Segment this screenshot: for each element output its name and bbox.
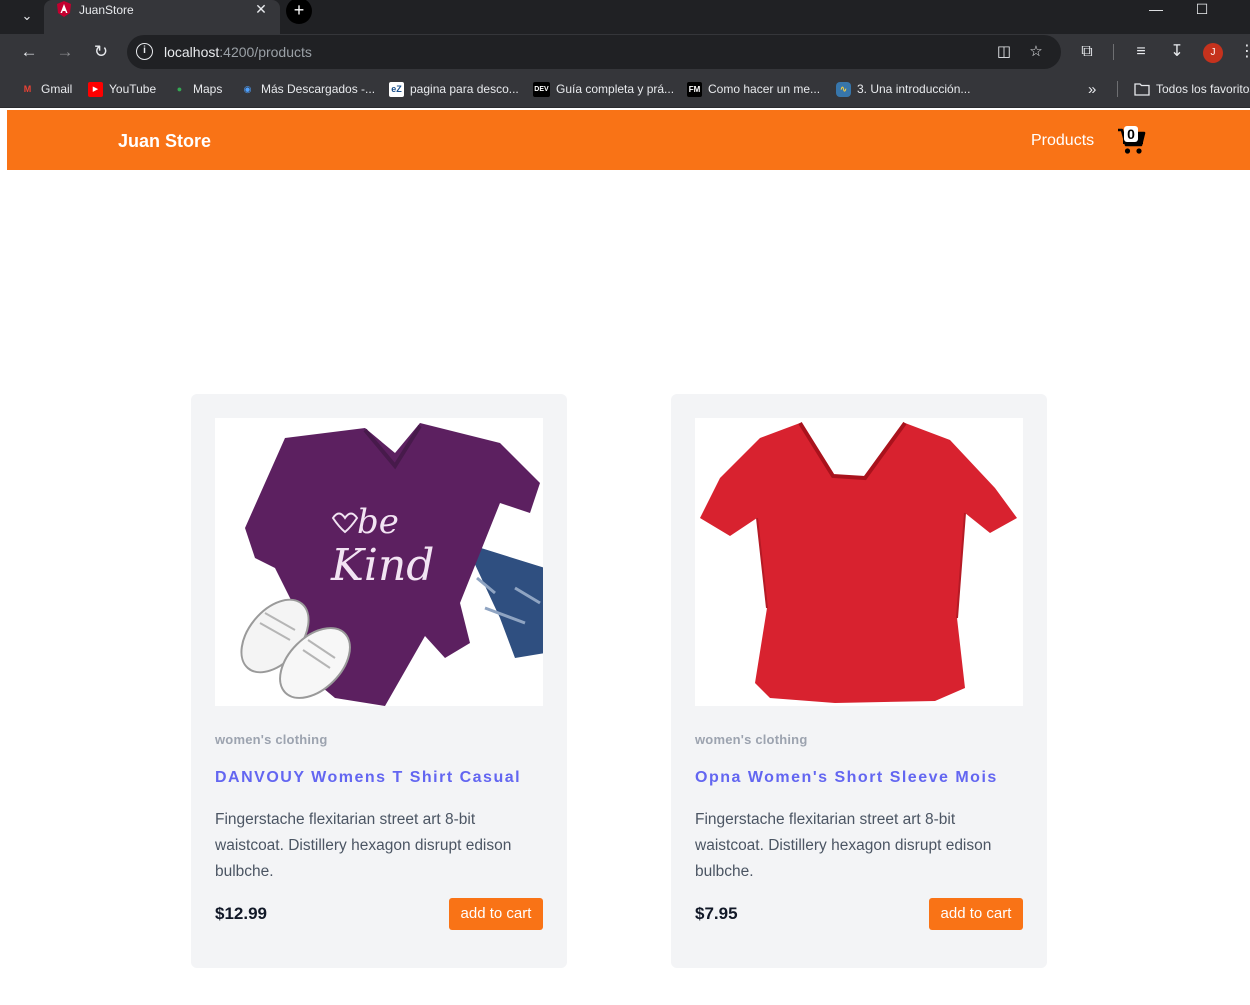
bookmark-label: 3. Una introducción... bbox=[857, 82, 971, 96]
purple-tshirt-image: be Kind bbox=[240, 423, 543, 706]
bookmark-label: Gmail bbox=[41, 82, 73, 96]
youtube-icon: ▶ bbox=[88, 81, 103, 97]
cart-button[interactable]: 0 bbox=[1117, 126, 1147, 156]
product-image[interactable]: be Kind bbox=[215, 418, 543, 706]
product-category: women's clothing bbox=[695, 732, 808, 747]
add-to-cart-button[interactable]: add to cart bbox=[449, 898, 543, 930]
profile-avatar[interactable]: J bbox=[1203, 43, 1223, 63]
browser-tab[interactable]: JuanStore ✕ bbox=[44, 0, 280, 34]
bookmark-label: Maps bbox=[193, 82, 223, 96]
product-category: women's clothing bbox=[215, 732, 328, 747]
url-path: :4200/products bbox=[219, 44, 312, 60]
bookmark-como-hacer[interactable]: FM Como hacer un me... bbox=[687, 81, 820, 97]
product-card: be Kind women's clothing DANVOUY Womens … bbox=[191, 394, 567, 968]
all-bookmarks-label: Todos los favoritos bbox=[1156, 82, 1250, 96]
new-tab-button[interactable]: + bbox=[286, 0, 312, 24]
address-bar[interactable]: i localhost:4200/products ◫ ☆ bbox=[127, 35, 1061, 69]
nav-products-link[interactable]: Products bbox=[1031, 131, 1094, 151]
all-bookmarks[interactable]: Todos los favoritos bbox=[1134, 81, 1250, 97]
cart-count-badge: 0 bbox=[1124, 126, 1138, 142]
tab-close-icon[interactable]: ✕ bbox=[252, 0, 270, 18]
site-info-icon[interactable]: i bbox=[136, 43, 153, 60]
product-description: Fingerstache flexitarian street art 8-bi… bbox=[695, 811, 992, 880]
bookmark-introduccion[interactable]: ∿ 3. Una introducción... bbox=[836, 81, 970, 97]
red-tshirt-image bbox=[700, 421, 1017, 703]
tab-title: JuanStore bbox=[79, 3, 134, 17]
maximize-button[interactable]: ☐ bbox=[1179, 0, 1225, 20]
bookmark-label: Como hacer un me... bbox=[708, 82, 821, 96]
bookmark-gmail[interactable]: M Gmail bbox=[20, 81, 73, 97]
bookmark-label: pagina para desco... bbox=[410, 82, 519, 96]
angular-icon bbox=[57, 1, 71, 17]
product-card: women's clothing Opna Women's Short Slee… bbox=[671, 394, 1047, 968]
bookmark-mas-descargados[interactable]: ◉ Más Descargados -... bbox=[240, 81, 375, 97]
product-price: $12.99 bbox=[215, 904, 267, 923]
shirt-print-kind: Kind bbox=[330, 540, 434, 591]
translate-icon[interactable]: ◫ bbox=[994, 42, 1014, 62]
forward-icon[interactable]: → bbox=[51, 38, 79, 66]
shirt-print-be: be bbox=[357, 502, 399, 542]
bookmark-guia[interactable]: DEV Guía completa y prá... bbox=[533, 81, 674, 97]
bookmark-label: Guía completa y prá... bbox=[556, 82, 675, 96]
media-control-icon[interactable]: ≡ bbox=[1130, 41, 1152, 63]
python-icon: ∿ bbox=[836, 81, 851, 97]
browser-menu-icon[interactable]: ⋮ bbox=[1236, 41, 1250, 63]
bookmark-pagina[interactable]: eZ pagina para desco... bbox=[389, 81, 519, 97]
gmail-icon: M bbox=[23, 83, 32, 94]
extensions-icon[interactable]: ⧉ bbox=[1076, 41, 1098, 63]
back-icon[interactable]: ← bbox=[15, 38, 43, 66]
bookmark-star-icon[interactable]: ☆ bbox=[1026, 42, 1046, 62]
product-title[interactable]: Opna Women's Short Sleeve Mois bbox=[695, 769, 998, 787]
download-icon[interactable]: ↧ bbox=[1166, 41, 1188, 63]
bookmark-label: Más Descargados -... bbox=[261, 82, 376, 96]
ez-icon: eZ bbox=[389, 81, 404, 97]
browser-toolbar: ← → ↻ i localhost:4200/products ◫ ☆ ⧉ ≡ … bbox=[0, 34, 1250, 70]
bookmarks-overflow-icon[interactable]: » bbox=[1088, 81, 1096, 98]
toolbar-separator bbox=[1113, 44, 1114, 60]
bookmark-maps[interactable]: ● Maps bbox=[172, 81, 223, 97]
folder-icon bbox=[1134, 83, 1150, 96]
product-image[interactable] bbox=[695, 418, 1023, 706]
bookmark-label: YouTube bbox=[109, 82, 157, 96]
brand-logo[interactable]: Juan Store bbox=[118, 130, 211, 152]
bookmarks-bar: M Gmail ▶ YouTube ● Maps ◉ Más Descargad… bbox=[0, 70, 1250, 108]
url-host: localhost bbox=[164, 44, 220, 60]
eye-icon: ◉ bbox=[243, 83, 252, 94]
url-text[interactable]: localhost:4200/products bbox=[164, 44, 312, 60]
fm-icon: FM bbox=[687, 81, 702, 97]
reload-icon[interactable]: ↻ bbox=[87, 38, 115, 66]
bookmarks-separator bbox=[1117, 81, 1118, 97]
maps-icon: ● bbox=[176, 83, 183, 94]
add-to-cart-button[interactable]: add to cart bbox=[929, 898, 1023, 930]
product-title[interactable]: DANVOUY Womens T Shirt Casual bbox=[215, 769, 521, 787]
site-header: Juan Store Products 0 bbox=[7, 110, 1250, 170]
browser-tab-bar: ⌄ JuanStore ✕ + — ☐ bbox=[0, 0, 1250, 34]
minimize-button[interactable]: — bbox=[1133, 0, 1179, 20]
tab-search-icon[interactable]: ⌄ bbox=[14, 3, 40, 29]
product-price: $7.95 bbox=[695, 904, 738, 923]
bookmark-youtube[interactable]: ▶ YouTube bbox=[88, 81, 156, 97]
product-description: Fingerstache flexitarian street art 8-bi… bbox=[215, 811, 512, 880]
dev-icon: DEV bbox=[533, 81, 550, 97]
